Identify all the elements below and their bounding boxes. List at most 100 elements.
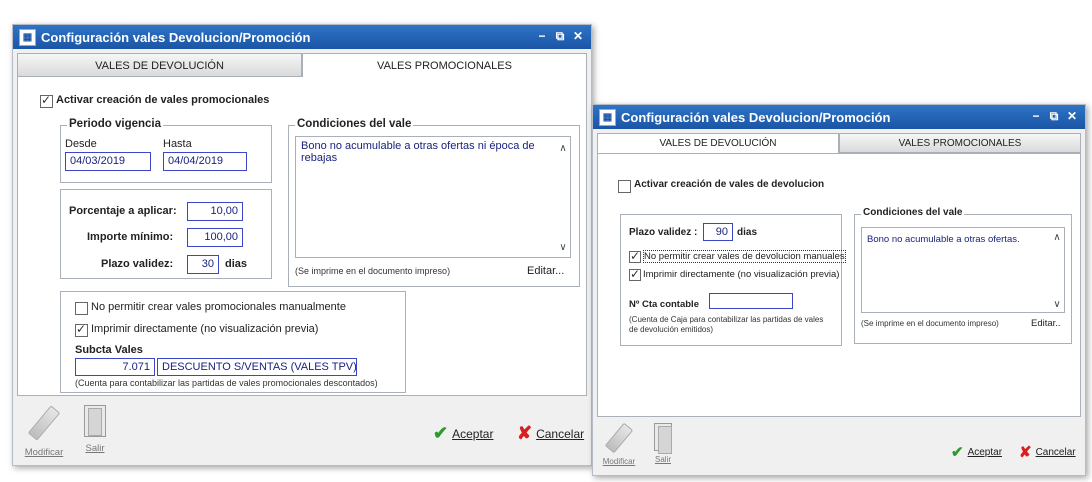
porcentaje-label: Porcentaje a aplicar: bbox=[69, 205, 177, 217]
window-controls: − ⧉ ✕ bbox=[535, 29, 585, 43]
app-window-icon: ▦ bbox=[599, 109, 616, 126]
plazo-label: Plazo validez : bbox=[629, 227, 698, 238]
cta-label: Nº Cta contable bbox=[629, 299, 699, 310]
plazo-label: Plazo validez: bbox=[101, 258, 174, 270]
condiciones-group: Condiciones del vale Bono no acumulable … bbox=[288, 118, 580, 287]
x-icon: ✘ bbox=[517, 423, 533, 443]
cta-note: (Cuenta de Caja para contabilizar las pa… bbox=[629, 315, 824, 334]
activar-checkbox[interactable] bbox=[618, 180, 631, 193]
aceptar-label: Aceptar bbox=[452, 426, 494, 441]
app-window-icon: ▦ bbox=[19, 29, 36, 46]
cancelar-label: Cancelar bbox=[1035, 446, 1076, 458]
aceptar-label: Aceptar bbox=[967, 446, 1003, 458]
salir-button[interactable]: Salir bbox=[75, 405, 115, 454]
window-title: Configuración vales Devolucion/Promoción bbox=[41, 30, 311, 45]
no-permitir-label: No permitir crear vales de devolucion ma… bbox=[643, 250, 846, 263]
title-bar: ▦ Configuración vales Devolucion/Promoci… bbox=[13, 25, 591, 49]
footer-toolbar: Modificar Salir ✔ Aceptar ✘ Cancelar bbox=[593, 417, 1085, 475]
tab-content: Activar creación de vales promocionales … bbox=[17, 77, 587, 396]
devolucion-opciones-group: Plazo validez : 90 dias No permitir crea… bbox=[620, 214, 846, 346]
x-icon: ✘ bbox=[1019, 444, 1032, 461]
tab-bar: VALES DE DEVOLUCIÓN VALES PROMOCIONALES bbox=[17, 53, 587, 77]
dias-label: dias bbox=[225, 258, 248, 270]
no-permitir-checkbox[interactable] bbox=[75, 302, 88, 315]
subcta-description: DESCUENTO S/VENTAS (VALES TPV) bbox=[157, 358, 357, 376]
dias-label: dias bbox=[737, 227, 758, 238]
pencil-icon bbox=[604, 422, 634, 454]
no-permitir-label: No permitir crear vales promocionales ma… bbox=[91, 301, 346, 313]
scroll-down-icon[interactable]: ∨ bbox=[558, 242, 568, 253]
tab-content: Activar creación de vales de devolucion … bbox=[597, 153, 1081, 417]
imprimir-checkbox[interactable] bbox=[629, 267, 641, 281]
close-icon[interactable]: ✕ bbox=[571, 29, 585, 43]
tab-vales-promocionales[interactable]: VALES PROMOCIONALES bbox=[302, 53, 587, 77]
no-permitir-checkbox[interactable] bbox=[629, 249, 641, 263]
restore-icon[interactable]: ⧉ bbox=[553, 29, 567, 43]
condiciones-note: (Se imprime en el documento impreso) bbox=[295, 266, 451, 276]
aceptar-button[interactable]: ✔ Aceptar bbox=[951, 443, 1002, 461]
tab-bar: VALES DE DEVOLUCIÓN VALES PROMOCIONALES bbox=[597, 133, 1081, 153]
subcta-note: (Cuenta para contabilizar las partidas d… bbox=[75, 378, 378, 388]
window-promocionales: ▦ Configuración vales Devolucion/Promoci… bbox=[12, 24, 592, 466]
imprimir-checkbox[interactable] bbox=[75, 322, 88, 337]
salir-button[interactable]: Salir bbox=[647, 423, 679, 464]
plazo-input[interactable]: 90 bbox=[703, 223, 733, 241]
subcta-input[interactable]: 7.071 bbox=[75, 358, 155, 376]
importes-group: Porcentaje a aplicar: 10,00 Importe míni… bbox=[60, 189, 272, 279]
condiciones-legend: Condiciones del vale bbox=[295, 118, 414, 130]
plazo-input[interactable]: 30 bbox=[187, 255, 219, 274]
imprimir-label: Imprimir directamente (no visualización … bbox=[91, 323, 319, 335]
checkmark-icon: ✔ bbox=[433, 423, 449, 443]
footer-toolbar: Modificar Salir ✔ Aceptar ✘ Cancelar bbox=[13, 399, 591, 465]
minimize-icon[interactable]: − bbox=[1029, 109, 1043, 123]
checkmark-icon: ✔ bbox=[951, 444, 964, 461]
opciones-group: No permitir crear vales promocionales ma… bbox=[60, 291, 406, 393]
desde-label: Desde bbox=[65, 138, 97, 150]
condiciones-text: Bono no acumulable a otras ofertas ni ép… bbox=[301, 140, 535, 164]
condiciones-textarea[interactable]: Bono no acumulable a otras ofertas. ∧ ∨ bbox=[861, 227, 1065, 313]
minimize-icon[interactable]: − bbox=[535, 29, 549, 43]
condiciones-text: Bono no acumulable a otras ofertas. bbox=[867, 234, 1020, 245]
window-title: Configuración vales Devolucion/Promoción bbox=[621, 110, 891, 125]
condiciones-note: (Se imprime en el documento impreso) bbox=[861, 319, 999, 328]
condiciones-group: Condiciones del vale Bono no acumulable … bbox=[854, 207, 1072, 344]
activar-checkbox[interactable] bbox=[40, 93, 53, 108]
modificar-button[interactable]: Modificar bbox=[599, 422, 639, 466]
editar-link[interactable]: Editar.. bbox=[1031, 318, 1061, 329]
window-devolucion: ▦ Configuración vales Devolucion/Promoci… bbox=[592, 104, 1086, 476]
salir-label: Salir bbox=[654, 455, 671, 464]
activar-label: Activar creación de vales promocionales bbox=[56, 94, 270, 106]
window-controls: − ⧉ ✕ bbox=[1029, 109, 1079, 123]
importe-input[interactable]: 100,00 bbox=[187, 228, 243, 247]
condiciones-legend: Condiciones del vale bbox=[861, 207, 965, 218]
restore-icon[interactable]: ⧉ bbox=[1047, 109, 1061, 123]
aceptar-button[interactable]: ✔ Aceptar bbox=[433, 423, 493, 444]
editar-link[interactable]: Editar... bbox=[527, 265, 564, 277]
hasta-input[interactable]: 04/04/2019 bbox=[163, 152, 247, 171]
modificar-button[interactable]: Modificar bbox=[21, 405, 67, 458]
modificar-label: Modificar bbox=[24, 447, 64, 458]
desde-input[interactable]: 04/03/2019 bbox=[65, 152, 151, 171]
cta-input[interactable] bbox=[709, 293, 793, 309]
scroll-up-icon[interactable]: ∧ bbox=[558, 143, 568, 154]
title-bar: ▦ Configuración vales Devolucion/Promoci… bbox=[593, 105, 1085, 129]
scroll-down-icon[interactable]: ∨ bbox=[1052, 299, 1062, 310]
cancelar-button[interactable]: ✘ Cancelar bbox=[517, 423, 584, 444]
hasta-label: Hasta bbox=[163, 138, 192, 150]
scroll-up-icon[interactable]: ∧ bbox=[1052, 232, 1062, 243]
door-icon bbox=[654, 423, 672, 454]
activar-label: Activar creación de vales de devolucion bbox=[634, 179, 825, 190]
pencil-icon bbox=[27, 405, 61, 441]
porcentaje-input[interactable]: 10,00 bbox=[187, 202, 243, 221]
imprimir-label: Imprimir directamente (no visualización … bbox=[643, 269, 840, 280]
tab-vales-promocionales[interactable]: VALES PROMOCIONALES bbox=[839, 133, 1081, 153]
salir-label: Salir bbox=[85, 443, 105, 454]
tab-vales-devolucion[interactable]: VALES DE DEVOLUCIÓN bbox=[597, 133, 839, 153]
tab-vales-devolucion[interactable]: VALES DE DEVOLUCIÓN bbox=[17, 53, 302, 77]
close-icon[interactable]: ✕ bbox=[1065, 109, 1079, 123]
cancelar-label: Cancelar bbox=[536, 426, 585, 441]
importe-label: Importe mínimo: bbox=[87, 231, 174, 243]
cancelar-button[interactable]: ✘ Cancelar bbox=[1019, 443, 1076, 461]
subcta-label: Subcta Vales bbox=[75, 344, 143, 356]
condiciones-textarea[interactable]: Bono no acumulable a otras ofertas ni ép… bbox=[295, 136, 571, 258]
